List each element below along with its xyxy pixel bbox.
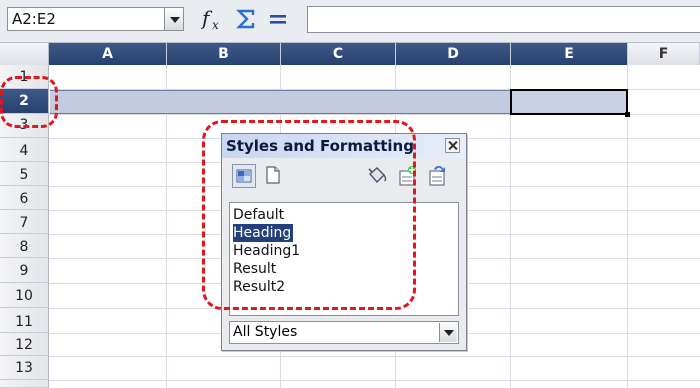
row-header-9[interactable]: 9 <box>0 258 49 283</box>
formula-bar: A2:E2 f x <box>0 0 700 43</box>
column-header-a[interactable]: A <box>49 43 167 65</box>
row-header-7[interactable]: 7 <box>0 210 49 234</box>
active-cell-e2[interactable] <box>510 89 628 115</box>
row-header-10[interactable]: 10 <box>0 283 49 308</box>
annotation-circle-row-header <box>0 76 58 128</box>
column-header-b[interactable]: B <box>167 43 281 65</box>
close-icon[interactable] <box>445 138 460 153</box>
annotation-circle-dialog <box>202 120 416 310</box>
column-header-f[interactable]: F <box>628 43 700 65</box>
column-header-c[interactable]: C <box>281 43 396 65</box>
style-filter-value: All Styles <box>233 324 298 340</box>
function-wizard-icon[interactable]: f x <box>201 5 225 33</box>
row-header-13[interactable]: 13 <box>0 356 49 380</box>
function-equals-icon[interactable] <box>268 8 288 30</box>
row-header-8[interactable]: 8 <box>0 234 49 258</box>
row-header-4[interactable]: 4 <box>0 138 49 162</box>
fill-handle[interactable] <box>625 112 630 117</box>
row-header-5[interactable]: 5 <box>0 162 49 186</box>
chevron-down-icon[interactable] <box>439 323 457 342</box>
selected-range-a2-d2[interactable] <box>50 90 511 114</box>
row-header-11[interactable]: 11 <box>0 308 49 333</box>
update-style-icon <box>429 166 445 186</box>
column-header-d[interactable]: D <box>396 43 511 65</box>
name-box-dropdown-button[interactable] <box>164 7 184 31</box>
style-filter-select[interactable]: All Styles <box>229 321 459 344</box>
column-header-e[interactable]: E <box>511 43 628 65</box>
update-style-button[interactable] <box>425 164 449 188</box>
select-all-corner[interactable] <box>0 43 49 65</box>
grid-line <box>49 356 700 357</box>
row-header-12[interactable]: 12 <box>0 333 49 356</box>
row-header-14-partial[interactable] <box>0 380 49 388</box>
name-box[interactable]: A2:E2 <box>7 7 165 31</box>
sum-icon[interactable] <box>236 8 256 30</box>
row-header-6[interactable]: 6 <box>0 186 49 210</box>
formula-input[interactable] <box>307 6 700 33</box>
svg-text:x: x <box>212 18 219 32</box>
grid-line <box>49 380 700 381</box>
